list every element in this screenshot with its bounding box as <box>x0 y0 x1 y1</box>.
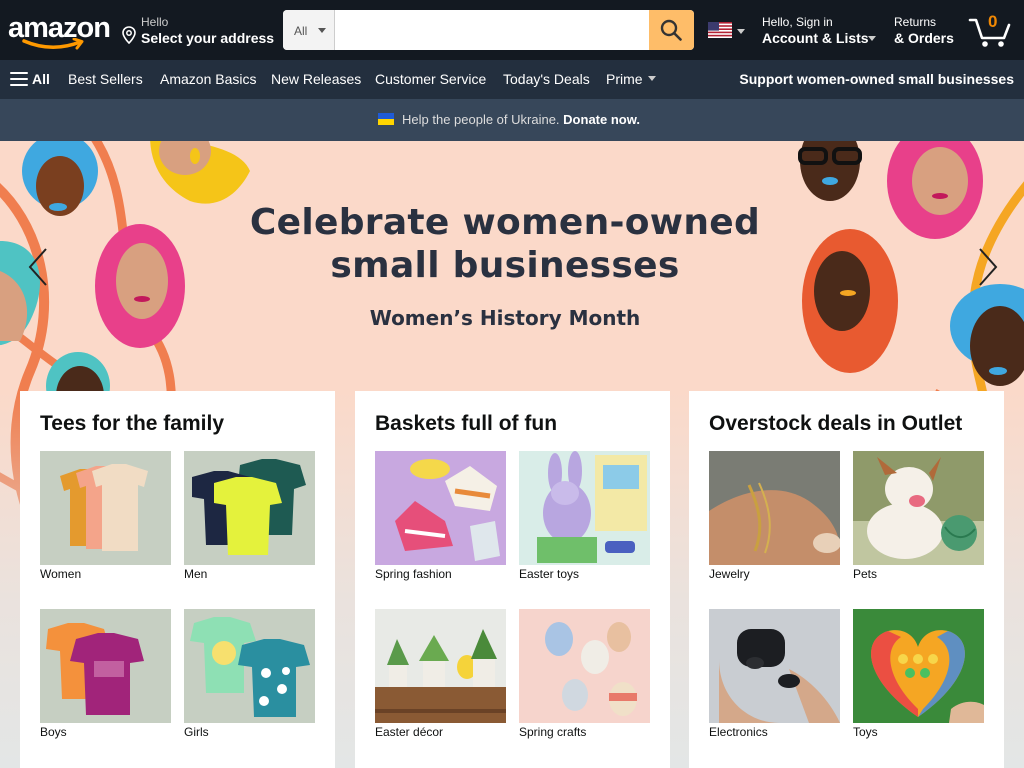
ukraine-flag-icon <box>378 113 394 125</box>
chevron-down-icon <box>318 28 326 33</box>
language-selector[interactable] <box>708 22 748 42</box>
electronics-image <box>709 609 840 723</box>
pets-image <box>853 451 984 565</box>
donate-link[interactable]: Donate now. <box>563 112 640 127</box>
search-category-label: All <box>294 24 308 38</box>
address-greeting: Hello <box>141 15 169 29</box>
easter-decor-image <box>375 609 506 723</box>
men-tees-image <box>184 451 315 565</box>
toys-image <box>853 609 984 723</box>
amazon-logo[interactable]: amazon <box>8 8 111 52</box>
us-flag-icon <box>708 22 732 38</box>
tile-label: Boys <box>40 725 67 739</box>
chevron-down-icon <box>868 36 876 41</box>
account-greeting: Hello, Sign in <box>762 15 833 29</box>
orders-label: & Orders <box>894 30 954 46</box>
select-address-button[interactable]: Hello Select your address <box>122 12 274 50</box>
banner-content: Help the people of Ukraine. Donate now. <box>378 112 640 127</box>
search-input[interactable] <box>335 10 649 50</box>
tile-label: Spring crafts <box>519 725 587 739</box>
carousel-next-button[interactable] <box>972 245 1002 289</box>
card-title: Tees for the family <box>40 412 224 435</box>
jewelry-image <box>709 451 840 565</box>
girls-tees-image <box>184 609 315 723</box>
tile-label: Women <box>40 567 82 581</box>
account-lists-menu[interactable]: Hello, Sign in Account & Lists <box>762 12 880 50</box>
search-icon <box>660 19 682 41</box>
card-title: Overstock deals in Outlet <box>709 412 963 435</box>
hero-title-line1: Celebrate women-owned <box>249 202 761 243</box>
search-category-dropdown[interactable]: All <box>283 10 335 50</box>
nav-link-new-releases[interactable]: New Releases <box>271 71 361 87</box>
easter-toys-image <box>519 451 650 565</box>
tile-label: Spring fashion <box>375 567 452 581</box>
chevron-down-icon <box>647 76 656 81</box>
returns-orders-link[interactable]: Returns & Orders <box>894 12 960 50</box>
card-title: Baskets full of fun <box>375 412 558 435</box>
nav-promo-link[interactable]: Support women-owned small businesses <box>739 71 1014 87</box>
search-button[interactable] <box>649 10 694 50</box>
cart-count: 0 <box>988 12 998 31</box>
tile-label: Men <box>184 567 208 581</box>
account-label: Account & Lists <box>762 30 869 46</box>
top-navigation-bar: amazon Hello Select your address All Hel… <box>0 0 1024 60</box>
nav-link-todays-deals[interactable]: Today's Deals <box>503 71 590 87</box>
tile-label: Easter toys <box>519 567 580 581</box>
prime-label: Prime <box>606 71 643 87</box>
returns-label: Returns <box>894 15 937 29</box>
location-pin-icon <box>122 26 136 44</box>
spring-fashion-image <box>375 451 506 565</box>
carousel-prev-button[interactable] <box>24 245 54 289</box>
card-tees-for-family: Tees for the family Women Men Boys Girls <box>20 391 335 768</box>
tile-label: Electronics <box>709 725 768 739</box>
nav-link-prime[interactable]: Prime <box>606 71 656 87</box>
spring-crafts-image <box>519 609 650 723</box>
card-overstock-deals: Overstock deals in Outlet Jewelry Pets E… <box>689 391 1004 768</box>
all-menu-label: All <box>32 71 50 87</box>
hamburger-icon <box>10 72 28 87</box>
hero-title: Celebrate women-owned small businesses <box>230 201 780 287</box>
tile-label: Pets <box>853 567 878 581</box>
tile-label: Jewelry <box>709 567 750 581</box>
search-bar: All <box>283 10 694 50</box>
nav-link-amazon-basics[interactable]: Amazon Basics <box>160 71 256 87</box>
smile-arrow-icon <box>22 38 84 50</box>
address-action: Select your address <box>141 30 275 46</box>
tile-label: Toys <box>853 725 878 739</box>
tile-label: Easter décor <box>375 725 444 739</box>
hero-subtitle: Women’s History Month <box>369 306 641 330</box>
cart-button[interactable]: 0 <box>968 10 1016 50</box>
boys-tees-image <box>40 609 171 723</box>
women-tees-image <box>40 451 171 565</box>
tile-label: Girls <box>184 725 209 739</box>
chevron-down-icon <box>737 29 745 34</box>
nav-link-customer-service[interactable]: Customer Service <box>375 71 486 87</box>
main-navigation: All Best Sellers Amazon Basics New Relea… <box>0 60 1024 99</box>
card-baskets-full-of-fun: Baskets full of fun Spring fashion Easte… <box>355 391 670 768</box>
ukraine-donation-banner[interactable]: Help the people of Ukraine. Donate now. <box>0 99 1024 141</box>
banner-text: Help the people of Ukraine. <box>402 112 560 127</box>
nav-link-best-sellers[interactable]: Best Sellers <box>68 71 143 87</box>
hero-title-line2: small businesses <box>330 245 680 286</box>
